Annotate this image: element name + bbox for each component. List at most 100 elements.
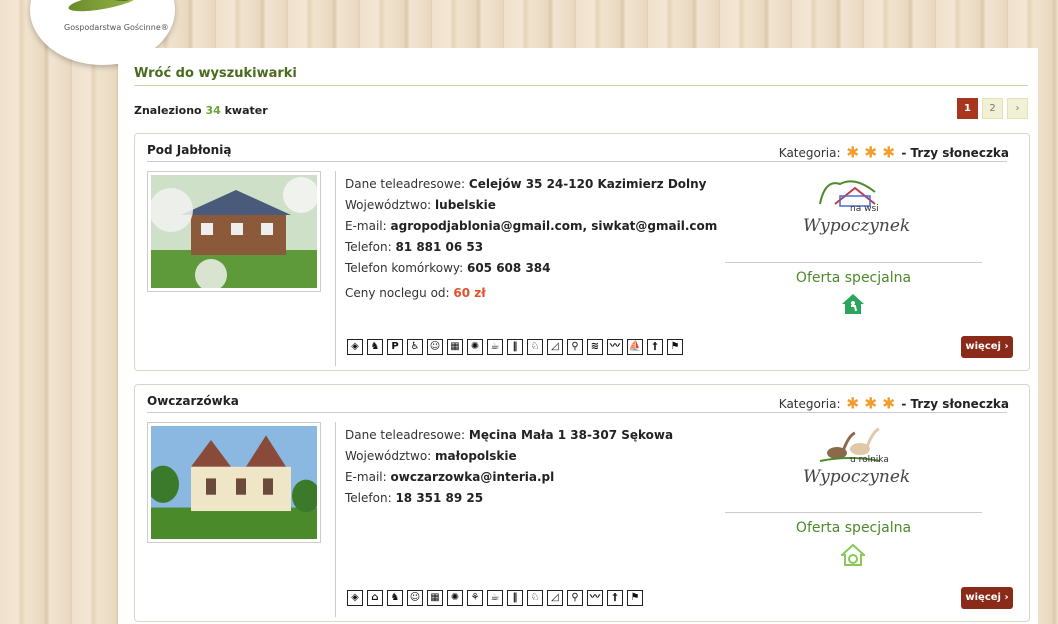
sun-icon: ✱ bbox=[846, 144, 860, 162]
amenity-icons: ◈ ⌂ ♞ ☺ ▦ ✺ ⚘ ☕ ‖ ♘ ◿ ⚲ 〰 † ⚑ bbox=[347, 590, 643, 606]
globe-icon: ◈ bbox=[347, 590, 363, 606]
category-text: - Trzy słoneczka bbox=[901, 397, 1009, 411]
sun-icon: ✱ bbox=[882, 144, 896, 162]
run-icon: ⚑ bbox=[627, 590, 643, 606]
listing-name[interactable]: Pod Jabłonią bbox=[147, 143, 231, 157]
brand-subtitle: na wsi bbox=[850, 204, 879, 214]
smile-icon: ☺ bbox=[427, 339, 443, 355]
brand-logo-u-rolnika: u rolnika Wypoczynek bbox=[795, 425, 915, 495]
phone-label: Telefon: bbox=[345, 491, 392, 505]
email-value[interactable]: owczarzowka@interia.pl bbox=[391, 470, 555, 484]
results-prefix: Znaleziono bbox=[134, 104, 202, 117]
price-label: Ceny noclegu od: bbox=[345, 286, 450, 300]
more-button[interactable]: więcej › bbox=[961, 336, 1013, 358]
address-value: Męcina Mała 1 38-307 Sękowa bbox=[468, 428, 674, 442]
phone-value: 18 351 89 25 bbox=[395, 491, 484, 505]
fork-icon: † bbox=[607, 590, 623, 606]
voivodeship-value: małopolskie bbox=[435, 449, 517, 463]
boat-icon: ⛵ bbox=[627, 339, 643, 355]
listing-details: Dane teleadresowe: Celejów 35 24-120 Kaz… bbox=[345, 174, 717, 304]
divider bbox=[147, 161, 1007, 162]
swim-icon: 〰 bbox=[587, 590, 603, 606]
price-value: 60 zł bbox=[453, 286, 486, 300]
bike-icon: ⚲ bbox=[567, 339, 583, 355]
results-suffix: kwater bbox=[224, 104, 268, 117]
listing-photo[interactable] bbox=[147, 171, 321, 292]
hill-icon: ◿ bbox=[547, 339, 563, 355]
address-label: Dane teleadresowe: bbox=[345, 428, 466, 442]
farm-house-icon bbox=[841, 543, 865, 566]
results-number: 34 bbox=[205, 104, 221, 117]
phone-label: Telefon: bbox=[345, 240, 392, 254]
wheelchair-icon: ♿ bbox=[407, 339, 423, 355]
listing-photo[interactable] bbox=[147, 422, 321, 543]
house-photo bbox=[149, 175, 319, 291]
divider bbox=[147, 412, 1007, 413]
fire-icon: ✺ bbox=[447, 590, 463, 606]
next-page-button[interactable]: › bbox=[1007, 98, 1028, 119]
brand-logo-na-wsi: na wsi Wypoczynek bbox=[795, 174, 915, 244]
cutlery-icon: ‖ bbox=[507, 339, 523, 355]
tables-icon: ▦ bbox=[427, 590, 443, 606]
dog-icon: ⚘ bbox=[467, 590, 483, 606]
phone-value: 81 881 06 53 bbox=[395, 240, 484, 254]
cutlery-icon: ‖ bbox=[507, 590, 523, 606]
bike-icon: ⚲ bbox=[567, 590, 583, 606]
listing-card: Pod Jabłonią Kategoria: ✱ ✱ ✱ - Trzy słone… bbox=[134, 133, 1030, 371]
amenity-icons: ◈ ♞ P ♿ ☺ ▦ ✺ ☕ ‖ ♘ ◿ ⚲ ≋ 〰 ⛵ † ⚑ bbox=[347, 339, 683, 355]
smile-icon: ☺ bbox=[407, 590, 423, 606]
divider bbox=[725, 262, 982, 263]
page-1-button[interactable]: 1 bbox=[957, 98, 978, 119]
tables-icon: ▦ bbox=[447, 339, 463, 355]
listing-card: Owczarzówka Kategoria: ✱ ✱ ✱ - Trzy słonec… bbox=[134, 384, 1030, 622]
divider bbox=[335, 171, 336, 366]
voivodeship-label: Województwo: bbox=[345, 449, 432, 463]
special-offer-label: Oferta specjalna bbox=[795, 520, 912, 536]
hill-icon: ◿ bbox=[547, 590, 563, 606]
sun-icon: ✱ bbox=[864, 144, 878, 162]
run-icon: ⚑ bbox=[667, 339, 683, 355]
pagination: 1 2 › bbox=[957, 98, 1028, 119]
category-text: - Trzy słoneczka bbox=[901, 146, 1009, 160]
brand-subtitle: u rolnika bbox=[850, 455, 889, 465]
fire-icon: ✺ bbox=[467, 339, 483, 355]
more-button[interactable]: więcej › bbox=[961, 587, 1013, 609]
back-to-search-link[interactable]: Wróć do wyszukiwarki bbox=[134, 66, 297, 81]
address-label: Dane teleadresowe: bbox=[345, 177, 466, 191]
listing-details: Dane teleadresowe: Męcina Mała 1 38-307 … bbox=[345, 425, 673, 509]
divider bbox=[725, 512, 982, 513]
results-count: Znaleziono 34 kwater bbox=[134, 104, 268, 117]
horse-icon: ♞ bbox=[387, 590, 403, 606]
listing-category: Kategoria: ✱ ✱ ✱ - Trzy słoneczka bbox=[779, 395, 1009, 413]
globe-icon: ◈ bbox=[347, 339, 363, 355]
mobile-label: Telefon komórkowy: bbox=[345, 261, 464, 275]
sun-icon: ✱ bbox=[882, 395, 896, 413]
voivodeship-label: Województwo: bbox=[345, 198, 432, 212]
fork-icon: † bbox=[647, 339, 663, 355]
sun-icon: ✱ bbox=[846, 395, 860, 413]
ride-icon: ♘ bbox=[527, 590, 543, 606]
listing-name[interactable]: Owczarzówka bbox=[147, 394, 239, 408]
results-panel: Wróć do wyszukiwarki Znaleziono 34 kwate… bbox=[118, 48, 1038, 624]
logo-leaf-graphic bbox=[67, 0, 139, 15]
listing-category: Kategoria: ✱ ✱ ✱ - Trzy słoneczka bbox=[778, 144, 1009, 162]
swim-icon: 〰 bbox=[607, 339, 623, 355]
email-label: E-mail: bbox=[345, 470, 387, 484]
playground-icon: ⌂ bbox=[367, 590, 383, 606]
address-value: Celejów 35 24-120 Kazimierz Dolny bbox=[468, 177, 707, 191]
coffee-icon: ☕ bbox=[487, 339, 503, 355]
horse-icon: ♞ bbox=[367, 339, 383, 355]
page-2-button[interactable]: 2 bbox=[982, 98, 1003, 119]
special-offer-label: Oferta specjalna bbox=[795, 270, 912, 286]
parking-icon: P bbox=[387, 339, 403, 355]
divider bbox=[134, 85, 1028, 86]
ride-icon: ♘ bbox=[527, 339, 543, 355]
voivodeship-value: lubelskie bbox=[435, 198, 496, 212]
mobile-value: 605 608 384 bbox=[466, 261, 551, 275]
pool-icon: ≋ bbox=[587, 339, 603, 355]
brand-script: Wypoczynek bbox=[803, 467, 911, 487]
email-value[interactable]: agropodjablonia@gmail.com, siwkat@gmail.… bbox=[391, 219, 718, 233]
category-label: Kategoria: bbox=[778, 146, 841, 160]
coffee-icon: ☕ bbox=[487, 590, 503, 606]
divider bbox=[335, 422, 336, 617]
